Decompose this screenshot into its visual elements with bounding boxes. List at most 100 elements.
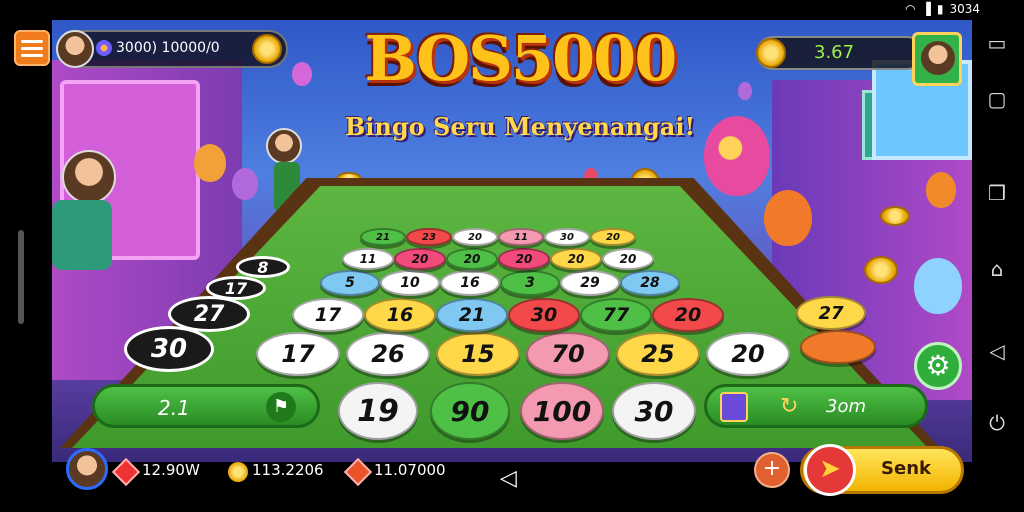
coin-floating-2 xyxy=(864,256,898,284)
battery-icon: ▮ xyxy=(936,2,944,16)
bingo-ball[interactable]: 20 xyxy=(652,298,724,332)
bingo-ball[interactable]: 15 xyxy=(436,332,520,376)
bingo-ball[interactable]: 16 xyxy=(364,298,436,332)
bingo-ball-large[interactable]: 100 xyxy=(520,382,604,440)
bingo-ball-large[interactable]: 30 xyxy=(612,382,696,440)
send-label: Senk xyxy=(881,458,931,479)
bingo-ball[interactable]: 17 xyxy=(256,332,340,376)
android-nav-bar: ▭ ▢ ❒ ⌂ ◁ ⏻ xyxy=(972,20,1024,512)
overview-icon[interactable]: ❒ xyxy=(984,180,1010,206)
bingo-ball[interactable]: 3 xyxy=(500,270,560,296)
ticket-icon xyxy=(343,457,373,487)
coin-icon[interactable] xyxy=(252,34,282,64)
track-ball[interactable]: 27 xyxy=(168,296,250,332)
balloon-orange xyxy=(194,144,226,182)
recents-square-icon[interactable]: ▭ xyxy=(984,30,1010,56)
balloon-pink xyxy=(292,62,312,86)
menu-button[interactable] xyxy=(14,30,50,66)
coin-icon xyxy=(756,38,786,68)
bingo-ball-large[interactable]: 90 xyxy=(430,382,510,440)
bingo-ball[interactable]: 30 xyxy=(544,228,590,246)
menu-line-icon xyxy=(21,46,43,50)
coin-floating xyxy=(880,206,910,226)
house-icon[interactable]: ⌂ xyxy=(984,256,1010,282)
bingo-ball[interactable]: 25 xyxy=(616,332,700,376)
drag-handle[interactable] xyxy=(18,230,24,324)
track-ball[interactable]: 30 xyxy=(124,326,214,372)
character-shirt xyxy=(52,200,112,270)
game-title: BOS5000 xyxy=(364,22,678,95)
bingo-ball[interactable]: 20 xyxy=(706,332,790,376)
back-icon[interactable]: ◁ xyxy=(500,466,517,491)
gems-count: 12.90W xyxy=(142,461,200,479)
balloon-orange-right xyxy=(764,190,812,246)
bottom-hud: 12.90W 113.2206 11.07000 xyxy=(60,448,480,492)
bingo-ball-large[interactable]: 19 xyxy=(338,382,418,440)
bingo-ball[interactable]: 26 xyxy=(346,332,430,376)
status-bar: ◠ ▐ ▮ 3034 xyxy=(0,0,1024,20)
wifi-icon: ◠ xyxy=(905,2,916,16)
bingo-ball[interactable]: 11 xyxy=(342,248,394,270)
player-avatar[interactable] xyxy=(56,30,94,68)
bingo-ball-orange[interactable] xyxy=(800,330,876,364)
score-value: 3.67 xyxy=(814,42,855,63)
bingo-ball-side[interactable]: 27 xyxy=(796,296,866,330)
gem-icon xyxy=(96,40,112,56)
power-icon[interactable]: ⏻ xyxy=(984,410,1010,436)
bingo-ball[interactable]: 21 xyxy=(436,298,508,332)
bingo-ball[interactable]: 20 xyxy=(394,248,446,270)
track-ball[interactable]: 8 xyxy=(236,256,290,278)
bingo-ball[interactable]: 20 xyxy=(550,248,602,270)
coins-count: 113.2206 xyxy=(252,461,324,479)
send-arrow-icon: ➤ xyxy=(804,444,856,496)
bingo-ball[interactable]: 77 xyxy=(580,298,652,332)
bingo-ball[interactable]: 30 xyxy=(508,298,580,332)
bingo-ball[interactable]: 28 xyxy=(620,270,680,296)
game-subtitle: Bingo Seru Menyenangai! xyxy=(345,112,695,141)
profile-button[interactable] xyxy=(912,32,962,86)
coin-icon xyxy=(228,462,248,482)
balloon-blue xyxy=(914,258,962,314)
bet-value: 2.1 xyxy=(158,396,190,420)
menu-line-icon xyxy=(21,53,43,57)
bingo-ball[interactable]: 29 xyxy=(560,270,620,296)
status-icons: ◠ ▐ ▮ 3034 xyxy=(905,2,980,16)
home-icon[interactable]: ▢ xyxy=(984,86,1010,112)
bingo-ball[interactable]: 21 xyxy=(360,228,406,246)
ruby-icon xyxy=(111,457,141,487)
balloon-small-orange xyxy=(926,172,956,208)
left-edge xyxy=(0,20,52,512)
settings-gear-icon[interactable]: ⚙ xyxy=(914,342,962,390)
profile-avatar xyxy=(921,41,955,75)
bingo-ball[interactable]: 20 xyxy=(590,228,636,246)
tickets-count: 11.07000 xyxy=(374,461,446,479)
plus-button[interactable]: + xyxy=(754,452,790,488)
bingo-ball[interactable]: 20 xyxy=(602,248,654,270)
character-boy-left xyxy=(62,150,116,204)
flag-icon[interactable]: ⚑ xyxy=(266,392,296,422)
balloon-purple xyxy=(232,168,258,200)
bingo-ball[interactable]: 20 xyxy=(446,248,498,270)
bingo-ball[interactable]: 10 xyxy=(380,270,440,296)
reward-value: 3om xyxy=(826,396,866,417)
card-icon xyxy=(720,392,748,422)
bingo-ball[interactable]: 11 xyxy=(498,228,544,246)
refresh-icon[interactable]: ↻ xyxy=(780,394,808,420)
character-kid xyxy=(266,128,302,164)
bingo-ball[interactable]: 16 xyxy=(440,270,500,296)
status-time: 3034 xyxy=(949,2,980,16)
bingo-ball[interactable]: 70 xyxy=(526,332,610,376)
signal-icon: ▐ xyxy=(921,2,931,16)
track-ball[interactable]: 17 xyxy=(206,276,266,300)
player-avatar-bottom[interactable] xyxy=(66,448,108,490)
bingo-ball[interactable]: 20 xyxy=(452,228,498,246)
currency-value: 3000) 10000/0 xyxy=(116,40,220,56)
bingo-ball[interactable]: 17 xyxy=(292,298,364,332)
bingo-ball[interactable]: 20 xyxy=(498,248,550,270)
menu-line-icon xyxy=(21,39,43,43)
balloon-dotted xyxy=(704,116,770,196)
bingo-ball[interactable]: 23 xyxy=(406,228,452,246)
bingo-ball[interactable]: 5 xyxy=(320,270,380,296)
balloon-tiny xyxy=(738,82,752,100)
back-triangle-icon[interactable]: ◁ xyxy=(984,338,1010,364)
